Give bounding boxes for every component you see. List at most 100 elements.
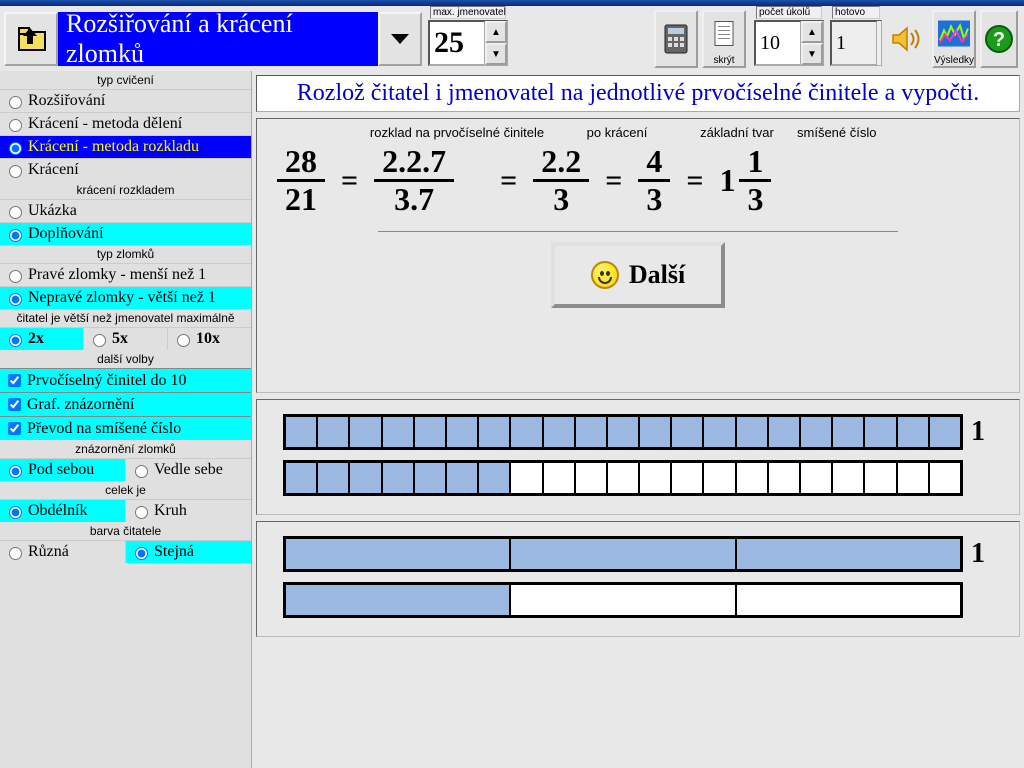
group-exercise-type: typ cvičení	[0, 71, 251, 89]
results-label: Výsledky	[934, 55, 974, 66]
max-denominator-down-button[interactable]: ▼	[485, 43, 507, 65]
fraction-reduced: 2.2 3	[533, 144, 589, 217]
hide-button[interactable]: skrýt	[702, 10, 746, 68]
bar-cell	[801, 417, 833, 447]
group-numerator-color: barva čitatele	[0, 522, 251, 540]
viz-label-1: 1	[963, 416, 993, 448]
sidebar: typ cvičení Rozšiřování Krácení - metoda…	[0, 71, 252, 768]
bar-cell	[640, 417, 672, 447]
bar-cell	[511, 463, 543, 493]
next-button[interactable]: Další	[551, 242, 725, 308]
title-dropdown-arrow-button[interactable]	[378, 12, 422, 66]
chk-graphical[interactable]: Graf. znázornění	[0, 392, 251, 416]
bar-cell	[415, 463, 447, 493]
opt-proper-fractions[interactable]: Pravé zlomky - menší než 1	[0, 263, 251, 286]
bar-cell	[930, 463, 960, 493]
back-button[interactable]	[4, 12, 58, 66]
task-count-up-button[interactable]: ▲	[801, 21, 823, 43]
title-dropdown[interactable]: Rozšiřování a krácení zlomků	[58, 12, 378, 66]
help-button[interactable]: ?	[980, 10, 1018, 68]
bar-cell	[576, 463, 608, 493]
opt-demo[interactable]: Ukázka	[0, 199, 251, 222]
group-mode: krácení rozkladem	[0, 181, 251, 199]
bar-cell	[737, 539, 960, 569]
opt-expansion[interactable]: Rozšiřování	[0, 89, 251, 112]
bar-cell	[737, 417, 769, 447]
bar-cell	[350, 463, 382, 493]
bar-cell	[672, 463, 704, 493]
bar-cell	[511, 585, 736, 615]
opt-improper-fractions[interactable]: Nepravé zlomky - větší než 1	[0, 286, 251, 309]
max-denominator-value[interactable]: 25	[429, 21, 485, 65]
bar-cell	[318, 417, 350, 447]
opt-reduction[interactable]: Krácení	[0, 158, 251, 181]
opt-fillin[interactable]: Doplňování	[0, 222, 251, 245]
bar-cell	[608, 463, 640, 493]
bar-cell	[544, 417, 576, 447]
done-count-label: hotovo	[832, 6, 880, 19]
bar-cell	[479, 463, 511, 493]
opt-reduction-factorization[interactable]: Krácení - metoda rozkladu	[0, 135, 251, 158]
bar-cell	[318, 463, 350, 493]
folder-up-icon	[13, 24, 49, 54]
opt-rectangle[interactable]: Obdélník	[0, 499, 126, 522]
opt-circle[interactable]: Kruh	[126, 499, 251, 522]
bar-cell	[898, 463, 930, 493]
bar-2b	[283, 582, 963, 618]
bar-cell	[511, 417, 543, 447]
document-icon	[712, 12, 736, 55]
bar-cell	[898, 417, 930, 447]
bar-2a	[283, 536, 963, 572]
max-denominator-up-button[interactable]: ▲	[485, 21, 507, 43]
bar-cell	[447, 463, 479, 493]
group-viz-layout: znázornění zlomků	[0, 440, 251, 458]
group-fraction-type: typ zlomků	[0, 245, 251, 263]
bar-cell	[833, 417, 865, 447]
task-count-down-button[interactable]: ▼	[801, 43, 823, 65]
equation-panel: rozklad na prvočíselné činitele po kráce…	[256, 118, 1020, 393]
bar-cell	[737, 463, 769, 493]
toolbar: Rozšiřování a krácení zlomků max. jmenov…	[0, 6, 1024, 71]
chart-icon	[938, 12, 970, 55]
bar-cell	[865, 417, 897, 447]
bar-cell	[511, 539, 736, 569]
group-whole-shape: celek je	[0, 481, 251, 499]
task-count-value[interactable]: 10	[755, 21, 801, 65]
hide-label: skrýt	[713, 55, 734, 66]
opt-stacked[interactable]: Pod sebou	[0, 458, 126, 481]
fraction-basic: 4 3	[638, 144, 670, 217]
opt-reduction-division[interactable]: Krácení - metoda dělení	[0, 112, 251, 135]
visualization-panel-2: 1	[256, 521, 1020, 637]
bar-cell	[608, 417, 640, 447]
chk-mixed-number[interactable]: Převod na smíšené číslo	[0, 416, 251, 440]
bar-cell	[350, 417, 382, 447]
bar-cell	[640, 463, 672, 493]
opt-color-various[interactable]: Různá	[0, 540, 126, 563]
opt-10x[interactable]: 10x	[168, 327, 251, 350]
sound-button[interactable]	[884, 10, 928, 68]
header-factorization: rozklad na prvočíselné činitele	[357, 125, 557, 140]
opt-side-by-side[interactable]: Vedle sebe	[126, 458, 251, 481]
calculator-icon	[663, 12, 689, 66]
max-denominator-label: max. jmenovatel	[430, 6, 506, 19]
bar-cell	[930, 417, 960, 447]
fraction-factored: 2.2.7 3.7	[374, 144, 454, 217]
bar-cell	[865, 463, 897, 493]
speaker-icon	[889, 10, 923, 68]
results-button[interactable]: Výsledky	[932, 10, 976, 68]
bar-cell	[383, 417, 415, 447]
bar-1b	[283, 460, 963, 496]
bar-cell	[286, 417, 318, 447]
calculator-button[interactable]	[654, 10, 698, 68]
help-icon: ?	[984, 12, 1014, 66]
group-multiplier: čitatel je větší než jmenovatel maximáln…	[0, 309, 251, 327]
opt-5x[interactable]: 5x	[84, 327, 168, 350]
bar-cell	[801, 463, 833, 493]
opt-color-same[interactable]: Stejná	[126, 540, 251, 563]
bar-1a	[283, 414, 963, 450]
opt-2x[interactable]: 2x	[0, 327, 84, 350]
svg-text:?: ?	[993, 29, 1005, 51]
bar-cell	[383, 463, 415, 493]
chk-prime-factor-10[interactable]: Prvočíselný činitel do 10	[0, 368, 251, 392]
chevron-down-icon	[389, 32, 411, 46]
